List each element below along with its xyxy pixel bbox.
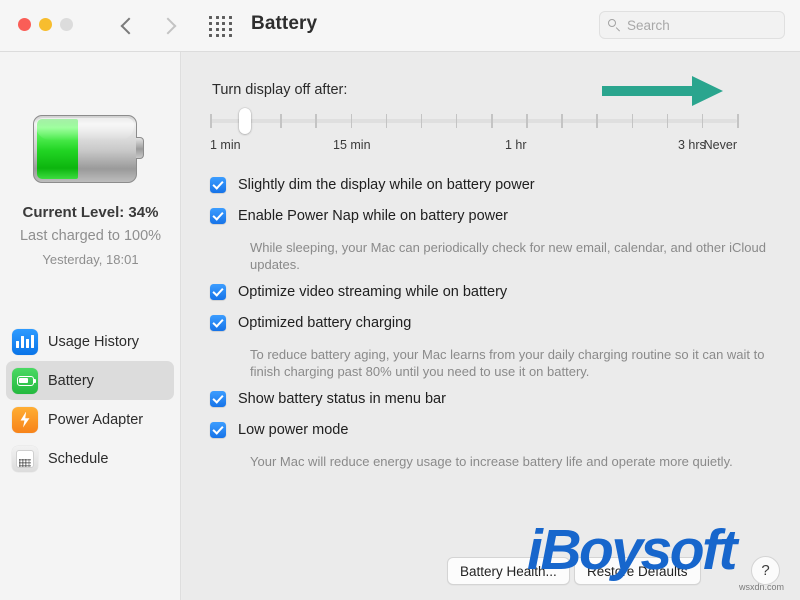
option-description: Your Mac will reduce energy usage to inc… (250, 454, 733, 469)
slider-tick (737, 114, 739, 128)
option-label: Show battery status in menu bar (238, 391, 446, 407)
sidebar-item-schedule[interactable]: Schedule (6, 439, 174, 478)
option-row[interactable]: Low power mode (210, 420, 785, 451)
option-label: Low power mode (238, 422, 349, 438)
zoom-button[interactable] (60, 18, 73, 31)
search-input[interactable] (627, 17, 776, 33)
last-charged-time-label: Yesterday, 18:01 (42, 252, 139, 267)
help-button[interactable]: ? (751, 556, 780, 585)
slider-tick-label: Never (703, 138, 737, 152)
battery-health-button[interactable]: Battery Health... (447, 557, 570, 585)
sidebar-item-label: Schedule (48, 450, 109, 467)
checkbox-low-power-mode[interactable] (210, 422, 226, 438)
option-row[interactable]: Enable Power Nap while on battery power (210, 206, 785, 237)
search-icon (608, 18, 621, 32)
battery-terminal (136, 137, 144, 159)
slider-tick (701, 114, 704, 128)
restore-defaults-button[interactable]: Restore Defaults (574, 557, 701, 585)
option-label: Enable Power Nap while on battery power (238, 208, 509, 224)
chevron-right-icon (159, 17, 176, 35)
slider-tick (385, 114, 388, 128)
slider-tick (210, 114, 212, 128)
sidebar-item-usage-history[interactable]: Usage History (6, 322, 174, 361)
checkbox-optimize-video-streaming[interactable] (210, 284, 226, 300)
slider-tick (596, 114, 598, 128)
option-label: Optimize video streaming while on batter… (238, 284, 508, 300)
battery-preferences-window: Battery Current Level: 34% Last charged … (0, 0, 800, 600)
option-row[interactable]: Show battery status in menu bar (210, 389, 785, 420)
sidebar: Current Level: 34% Last charged to 100% … (0, 52, 181, 600)
slider-tick (315, 114, 317, 128)
option-description: To reduce battery aging, your Mac learns… (250, 347, 765, 379)
sidebar-item-label: Power Adapter (48, 411, 144, 428)
slider-tick-label: 3 hrs (678, 138, 706, 152)
slider-tick (526, 114, 528, 128)
option-description: While sleeping, your Mac can periodicall… (250, 240, 766, 272)
checkbox-enable-power-nap[interactable] (210, 208, 226, 224)
back-button[interactable] (113, 12, 141, 40)
main-content: Turn display off after: 1 min 15 min 1 hr 3… (182, 52, 800, 600)
search-field[interactable] (599, 11, 785, 39)
traffic-lights (18, 18, 73, 31)
close-button[interactable] (18, 18, 31, 31)
slider-tick (350, 114, 353, 128)
sidebar-list: Usage History Battery Power Adapter Sche… (6, 322, 174, 478)
sidebar-item-power-adapter[interactable]: Power Adapter (6, 400, 174, 439)
option-row[interactable]: Optimize video streaming while on batter… (210, 282, 785, 313)
chevron-left-icon (120, 17, 137, 35)
option-row[interactable]: Slightly dim the display while on batter… (210, 175, 785, 206)
turn-display-off-label: Turn display off after: (212, 82, 348, 98)
sidebar-item-label: Usage History (48, 333, 140, 350)
slider-track (210, 119, 737, 123)
slider-tick (491, 114, 493, 128)
option-row[interactable]: Optimized battery charging (210, 313, 785, 344)
current-level-label: Current Level: 34% (22, 204, 159, 221)
slider-tick (561, 114, 563, 128)
slider-tick (455, 114, 458, 128)
option-label: Optimized battery charging (238, 315, 412, 331)
slider-tick (280, 114, 282, 128)
slider-tick (420, 114, 423, 128)
sidebar-item-label: Battery (48, 372, 94, 389)
checkbox-slightly-dim-display[interactable] (210, 177, 226, 193)
battery-body (33, 115, 137, 183)
slider-tick-label: 15 min (333, 138, 371, 152)
battery-gloss (36, 118, 134, 140)
battery-options-list: Slightly dim the display while on batter… (210, 175, 785, 479)
battery-icon (12, 367, 38, 394)
checkbox-optimized-battery-charging[interactable] (210, 315, 226, 331)
power-adapter-icon (12, 406, 38, 433)
minimize-button[interactable] (39, 18, 52, 31)
schedule-icon (12, 445, 38, 472)
turn-display-off-slider[interactable] (210, 108, 739, 134)
slider-tick (666, 114, 669, 128)
show-all-grid-icon[interactable] (209, 15, 233, 38)
slider-tick-label: 1 hr (505, 138, 527, 152)
checkbox-show-battery-status-menu-bar[interactable] (210, 391, 226, 407)
slider-thumb[interactable] (239, 108, 252, 134)
annotation-arrow-icon (600, 74, 725, 108)
forward-button[interactable] (155, 12, 183, 40)
slider-tick-label: 1 min (210, 138, 241, 152)
usage-history-icon (12, 328, 38, 355)
page-title: Battery (251, 13, 318, 34)
battery-status-graphic (33, 115, 145, 183)
option-label: Slightly dim the display while on batter… (238, 177, 535, 193)
last-charged-label: Last charged to 100% (19, 228, 162, 244)
slider-tick (631, 114, 634, 128)
slider-tick-labels: 1 min 15 min 1 hr 3 hrs Never (210, 138, 770, 156)
sidebar-item-battery[interactable]: Battery (6, 361, 174, 400)
title-bar: Battery (0, 0, 800, 52)
